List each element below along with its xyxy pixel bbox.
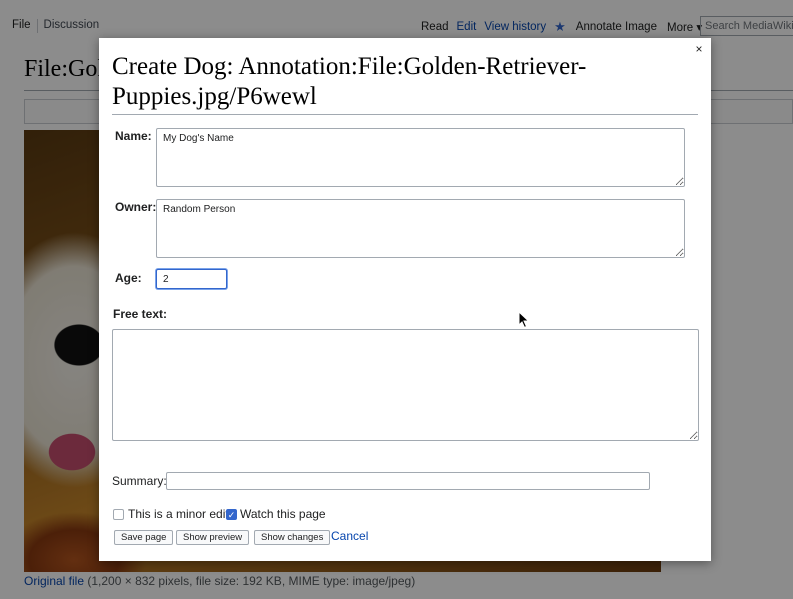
watch-page-checkbox[interactable]: ✓ (226, 509, 237, 520)
summary-label: Summary: (112, 474, 167, 488)
summary-field[interactable] (166, 472, 650, 490)
dialog-title: Create Dog: Annotation:File:Golden-Retri… (112, 52, 698, 115)
mouse-pointer-icon (518, 311, 530, 329)
name-field[interactable]: My Dog's Name (156, 128, 685, 187)
save-page-button[interactable]: Save page (114, 530, 174, 545)
age-field[interactable] (156, 269, 227, 289)
watch-page-label: Watch this page (240, 507, 326, 521)
minor-edit-label: This is a minor edit (128, 507, 229, 521)
show-preview-button[interactable]: Show preview (176, 530, 250, 545)
owner-label: Owner: (115, 200, 157, 214)
create-dog-dialog: × Create Dog: Annotation:File:Golden-Ret… (99, 38, 711, 561)
free-text-label: Free text: (113, 307, 168, 321)
minor-edit-checkbox[interactable] (113, 509, 124, 520)
name-label: Name: (115, 129, 152, 143)
free-text-field[interactable] (112, 329, 699, 441)
show-changes-button[interactable]: Show changes (254, 530, 331, 545)
age-label: Age: (115, 271, 142, 285)
owner-field[interactable]: Random Person (156, 199, 685, 258)
cancel-link[interactable]: Cancel (331, 529, 368, 543)
